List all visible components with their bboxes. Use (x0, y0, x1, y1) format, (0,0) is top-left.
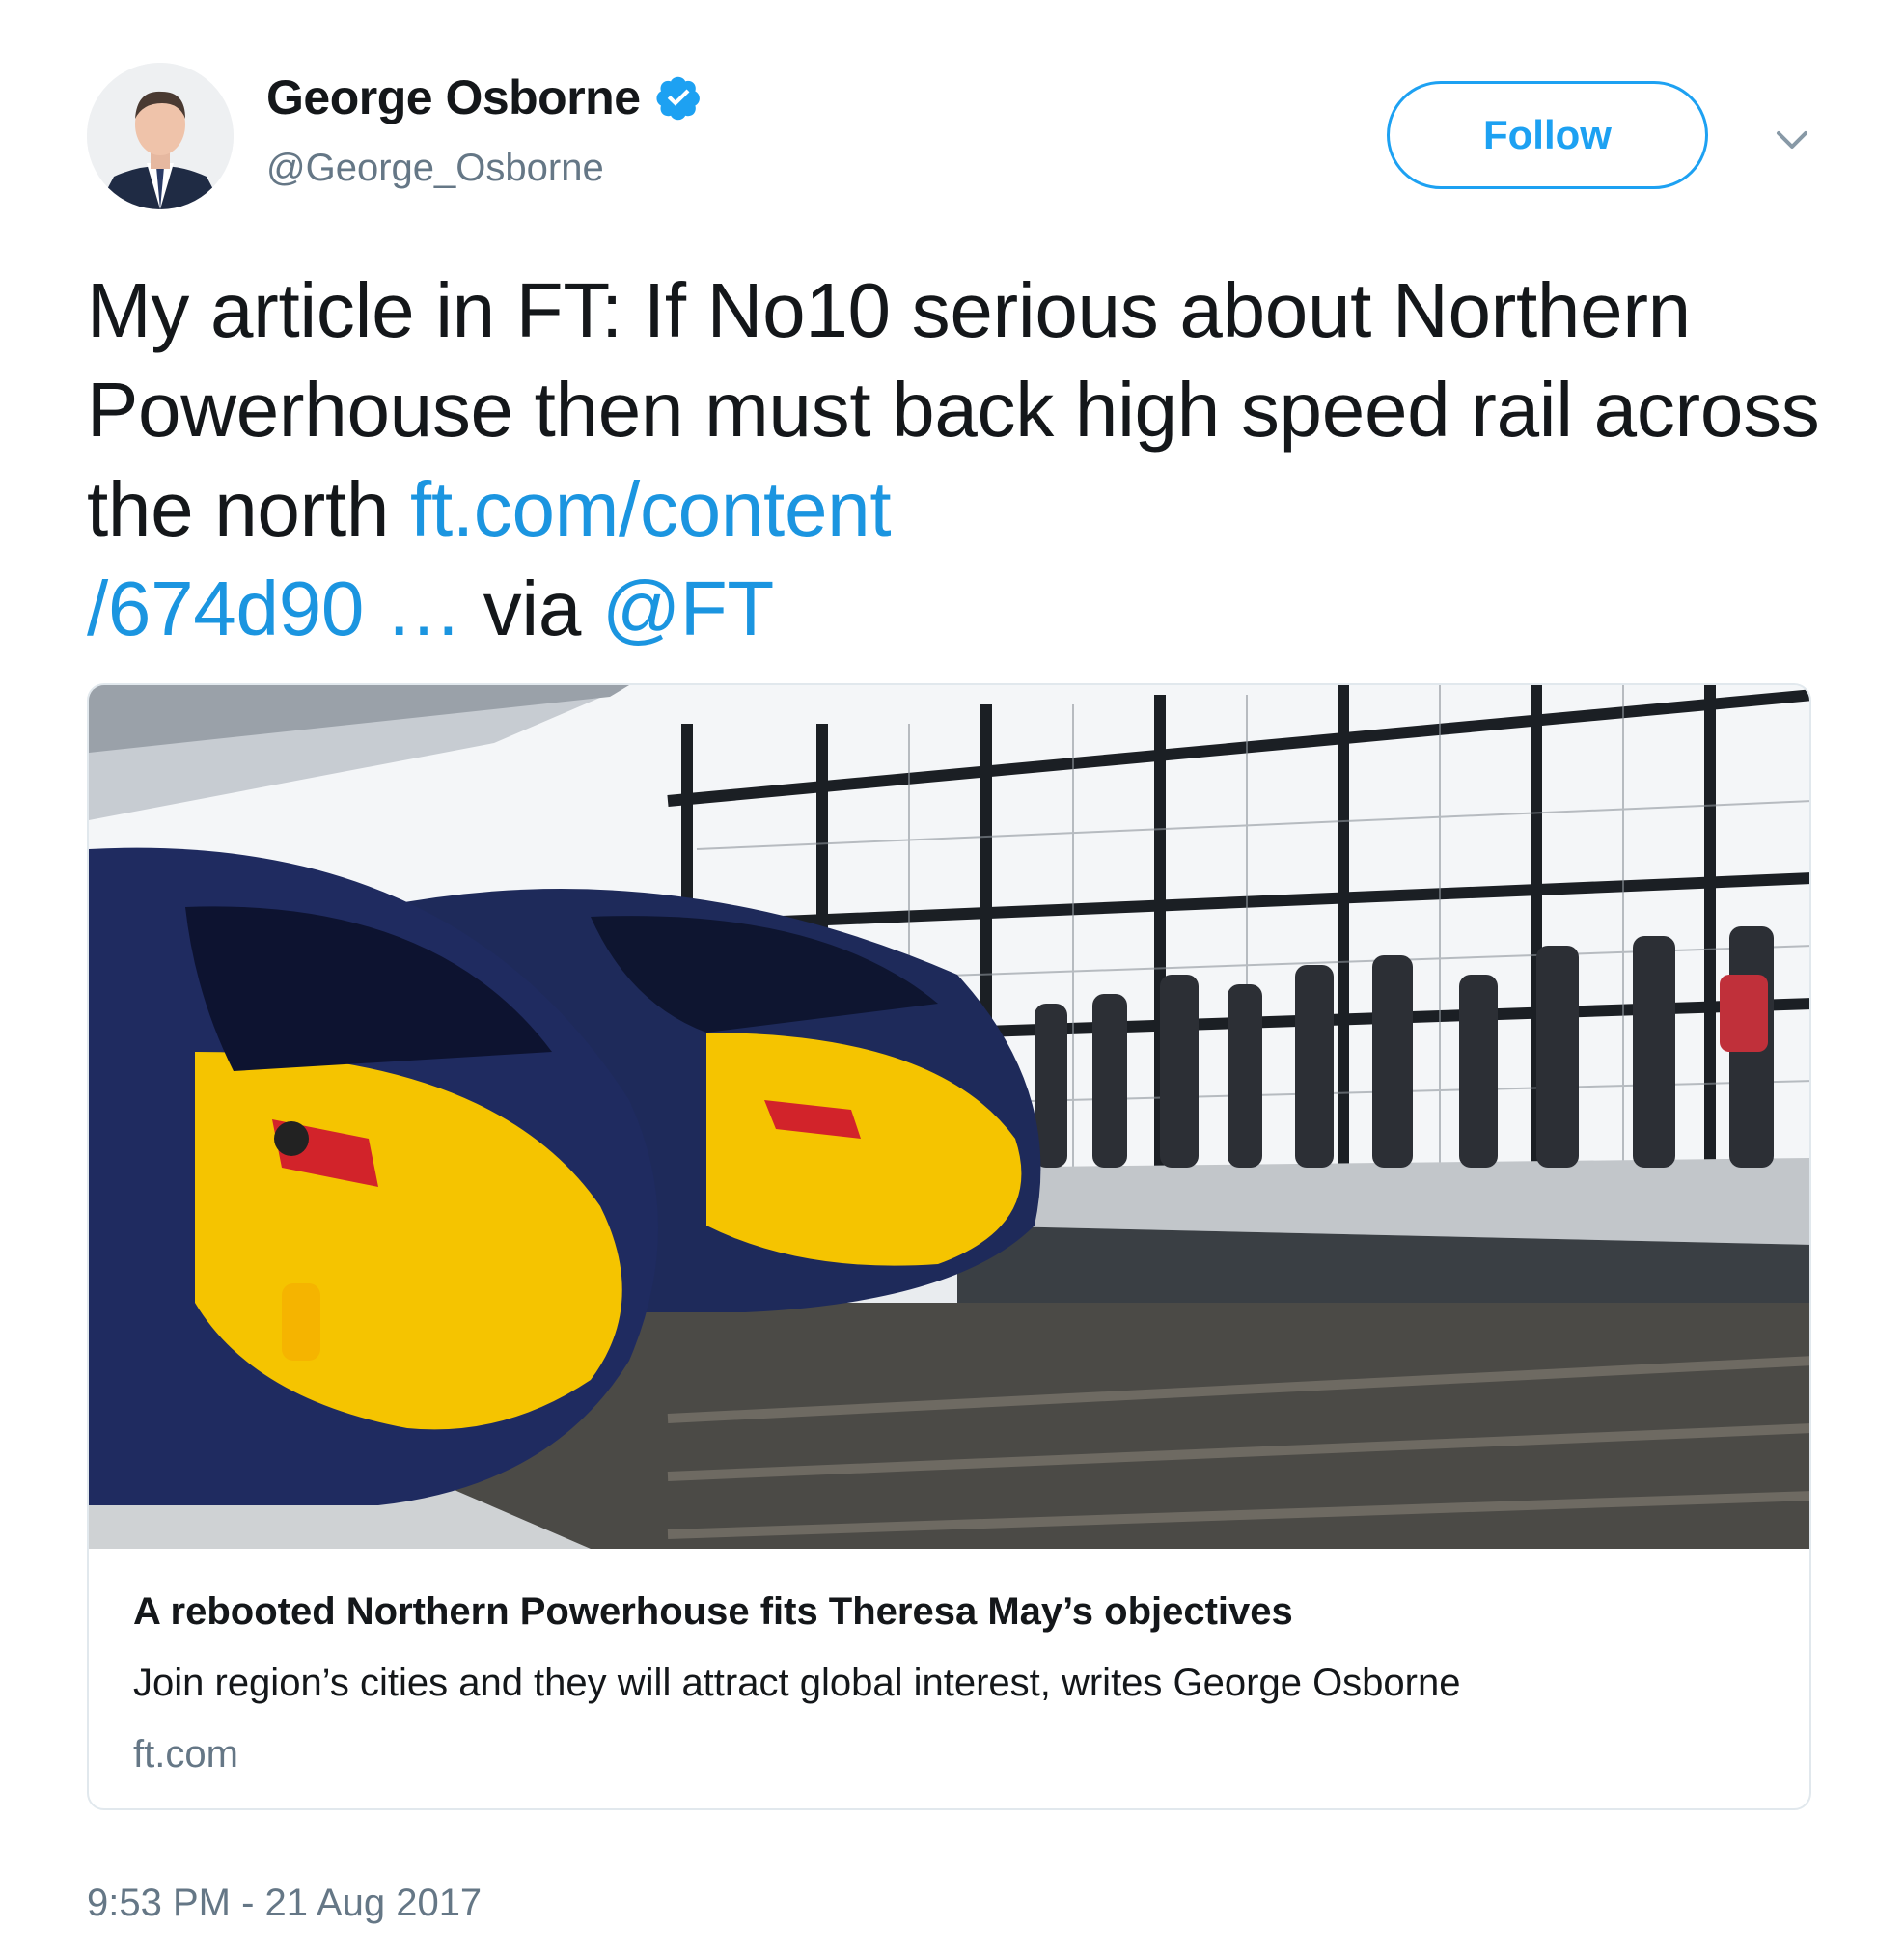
follow-button[interactable]: Follow (1387, 81, 1708, 189)
tweet-link-line2[interactable]: /674d90 … (87, 565, 462, 651)
tweet-timestamp[interactable]: 9:53 PM - 21 Aug 2017 (87, 1882, 482, 1925)
card-image[interactable] (89, 685, 1811, 1549)
author-name-row[interactable]: George Osborne (266, 69, 703, 125)
author-name[interactable]: George Osborne (266, 69, 641, 125)
chevron-down-icon[interactable] (1771, 120, 1813, 162)
avatar[interactable] (87, 63, 234, 209)
link-card[interactable]: A rebooted Northern Powerhouse fits Ther… (87, 683, 1811, 1810)
verified-badge-icon (655, 76, 700, 121)
card-description: Join region’s cities and they will attra… (133, 1662, 1461, 1704)
profile-photo (87, 63, 234, 209)
tweet-text: My article in FT: If No10 serious about … (87, 261, 1824, 658)
tweet-body: My article in FT: If No10 serious about … (87, 267, 1820, 552)
tweet-via: via (461, 565, 602, 651)
tweet-link-line1[interactable]: ft.com/content (410, 466, 892, 552)
mention-link[interactable]: @FT (602, 565, 774, 651)
card-title[interactable]: A rebooted Northern Powerhouse fits Ther… (133, 1590, 1293, 1634)
author-handle[interactable]: @George_Osborne (266, 147, 604, 190)
card-domain: ft.com (133, 1733, 238, 1776)
